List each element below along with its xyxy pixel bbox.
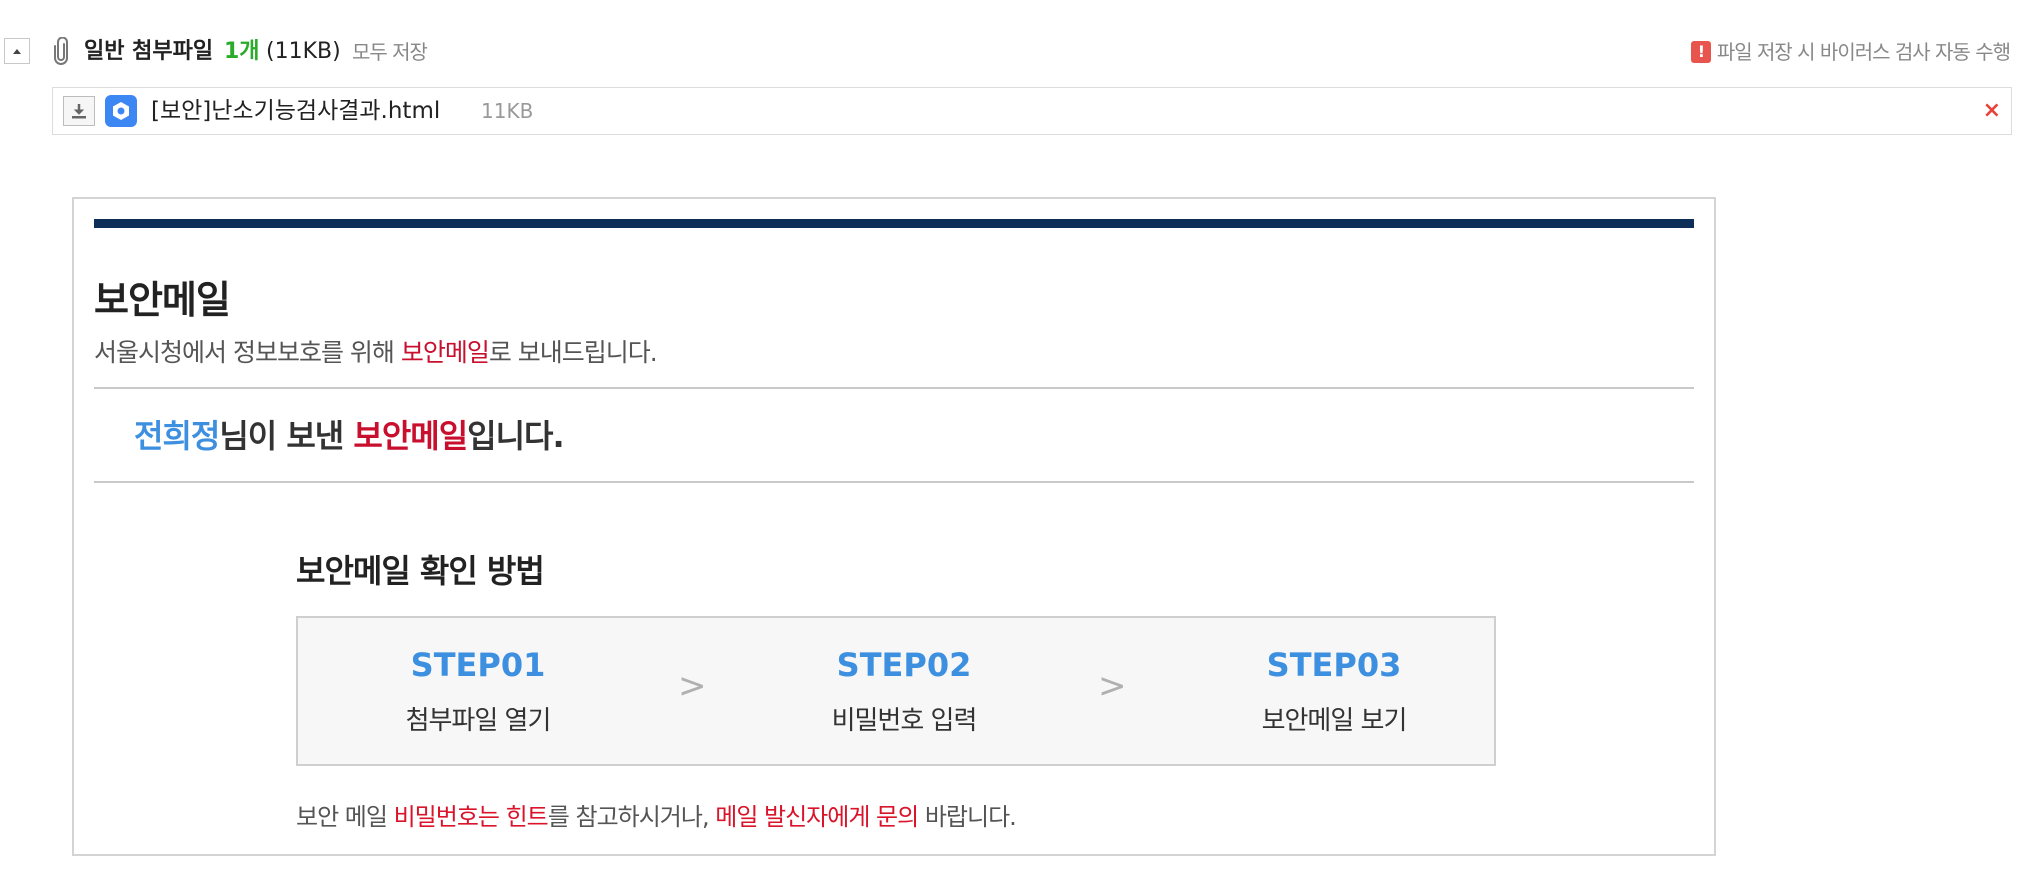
attachment-file-row: [보안]난소기능검사결과.html 11KB ×: [52, 87, 2012, 135]
hint-prefix: 보안 메일: [296, 803, 394, 831]
virus-scan-note-text: 파일 저장 시 바이러스 검사 자동 수행: [1716, 40, 2011, 64]
step-number: STEP02: [836, 646, 972, 684]
mail-desc-prefix: 서울시청에서 정보보호를 위해: [94, 338, 401, 367]
mail-description: 서울시청에서 정보보호를 위해 보안메일로 보내드립니다.: [94, 333, 658, 369]
attachment-total-size: (11KB): [266, 39, 341, 64]
attachment-header: 일반 첨부파일 1개 (11KB) 모두 저장 ! 파일 저장 시 바이러스 검…: [0, 34, 2032, 70]
download-icon: [72, 104, 86, 119]
virus-scan-note: ! 파일 저장 시 바이러스 검사 자동 수행: [1690, 34, 2011, 70]
sender-line: 전희정님이 보낸 보안메일입니다.: [134, 411, 565, 457]
collapse-toggle-button[interactable]: [4, 38, 30, 64]
hint-mid: 를 참고하시거나,: [547, 803, 716, 831]
divider: [94, 387, 1694, 389]
attachment-title: 일반 첨부파일: [84, 39, 214, 64]
hint-suffix: 바랍니다.: [918, 803, 1017, 831]
step-1: STEP01 첨부파일 열기: [328, 646, 628, 737]
hint-red-2: 메일 발신자에게 문의: [715, 803, 919, 831]
sender-mid: 님이 보낸: [219, 417, 354, 455]
download-button[interactable]: [63, 96, 95, 126]
step-label: 보안메일 보기: [1261, 706, 1408, 736]
triangle-up-icon: [13, 48, 21, 54]
method-title: 보안메일 확인 방법: [296, 552, 545, 590]
hexagon-glyph-icon: [113, 102, 129, 120]
divider: [94, 481, 1694, 483]
paperclip-icon: [54, 37, 68, 65]
alert-icon: !: [1690, 41, 1711, 63]
chevron-right-icon: >: [1098, 666, 1127, 706]
step-label: 비밀번호 입력: [831, 706, 978, 736]
hint-red-1: 비밀번호는 힌트: [393, 803, 549, 831]
sender-suffix: 입니다.: [467, 417, 564, 455]
sender-name: 전희정: [134, 417, 220, 455]
mail-desc-highlight: 보안메일: [400, 338, 490, 367]
steps-box: STEP01 첨부파일 열기 > STEP02 비밀번호 입력 > STEP03…: [296, 616, 1496, 766]
step-label: 첨부파일 열기: [405, 706, 552, 736]
attachment-count: 1개: [224, 39, 260, 64]
attachment-file-name[interactable]: [보안]난소기능검사결과.html: [151, 88, 440, 134]
step-3: STEP03 보안메일 보기: [1184, 646, 1484, 737]
attachment-file-size: 11KB: [481, 99, 534, 123]
close-icon[interactable]: ×: [1983, 88, 2001, 134]
mail-desc-suffix: 로 보내드립니다.: [488, 338, 658, 367]
mail-title: 보안메일: [94, 278, 231, 322]
save-all-link[interactable]: 모두 저장: [352, 34, 428, 70]
sender-highlight: 보안메일: [353, 417, 468, 455]
step-2: STEP02 비밀번호 입력: [754, 646, 1054, 737]
step-number: STEP03: [1266, 646, 1402, 684]
step-number: STEP01: [410, 646, 546, 684]
top-accent-bar: [94, 219, 1694, 228]
chevron-right-icon: >: [678, 666, 707, 706]
hexagon-app-icon[interactable]: [105, 95, 137, 127]
hint-line: 보안 메일 비밀번호는 힌트를 참고하시거나, 메일 발신자에게 문의 바랍니다…: [296, 797, 1017, 832]
secure-mail-panel: 보안메일 서울시청에서 정보보호를 위해 보안메일로 보내드립니다. 전희정님이…: [72, 197, 1716, 856]
